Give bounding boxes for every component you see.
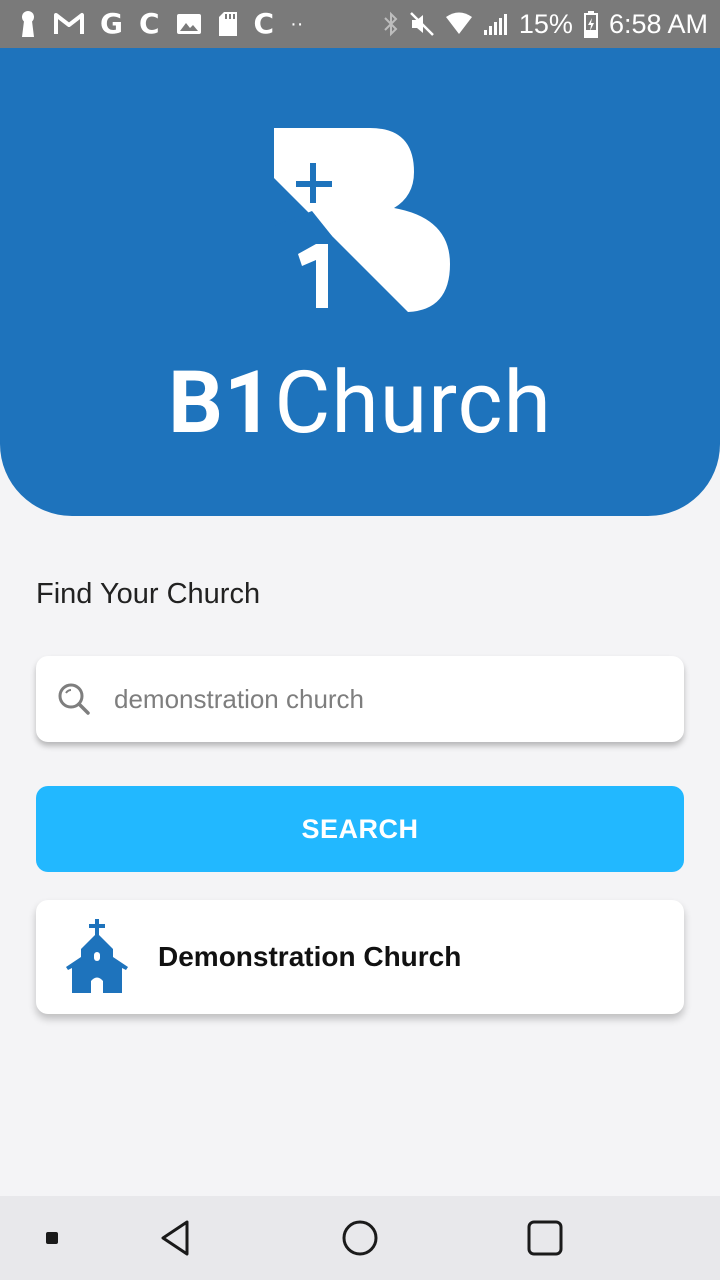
app-c-icon: C	[138, 7, 160, 40]
search-icon	[56, 681, 92, 717]
search-input[interactable]: demonstration church	[36, 656, 684, 742]
sd-card-icon	[218, 11, 238, 37]
signal-icon	[483, 12, 509, 36]
home-button[interactable]	[330, 1196, 390, 1280]
church-icon	[62, 917, 132, 997]
battery-charging-icon	[583, 10, 599, 38]
keyhole-icon	[18, 9, 38, 39]
church-result-item[interactable]: Demonstration Church	[36, 900, 684, 1014]
battery-percent: 15%	[518, 8, 573, 39]
system-icons: 15% 6:58 AM	[383, 9, 708, 40]
search-button-label: SEARCH	[301, 813, 419, 844]
back-button[interactable]	[145, 1196, 205, 1280]
recent-apps-dot-button[interactable]	[22, 1196, 82, 1280]
notification-icons: G C C ··	[18, 0, 383, 48]
clock: 6:58 AM	[608, 8, 708, 39]
app-header: B1Church	[0, 48, 720, 516]
gmail-icon	[54, 12, 84, 36]
brand-church: Church	[274, 352, 552, 453]
search-button[interactable]: SEARCH	[36, 786, 684, 872]
square-dot-icon	[46, 1232, 58, 1244]
brand-b1: B1	[168, 352, 275, 453]
mute-icon	[409, 11, 435, 37]
home-circle-icon	[342, 1220, 378, 1256]
wifi-icon	[445, 12, 473, 36]
search-input-value: demonstration church	[114, 683, 365, 714]
overview-button[interactable]	[515, 1196, 575, 1280]
church-result-name: Demonstration Church	[158, 941, 462, 972]
bluetooth-icon	[383, 10, 399, 38]
google-icon: G	[100, 7, 123, 40]
overview-square-icon	[527, 1220, 563, 1256]
status-bar: G C C ·· 15% 6:58 AM	[0, 0, 720, 48]
brand-name: B1Church	[0, 348, 720, 458]
find-church-heading: Find Your Church	[36, 578, 261, 610]
image-icon	[176, 12, 202, 36]
app-c-icon-2: C	[253, 7, 275, 40]
back-triangle-icon	[161, 1220, 189, 1256]
more-notifications-dots: ··	[290, 12, 304, 35]
system-navigation-bar	[0, 1196, 720, 1280]
b1church-logo-icon	[272, 126, 452, 320]
